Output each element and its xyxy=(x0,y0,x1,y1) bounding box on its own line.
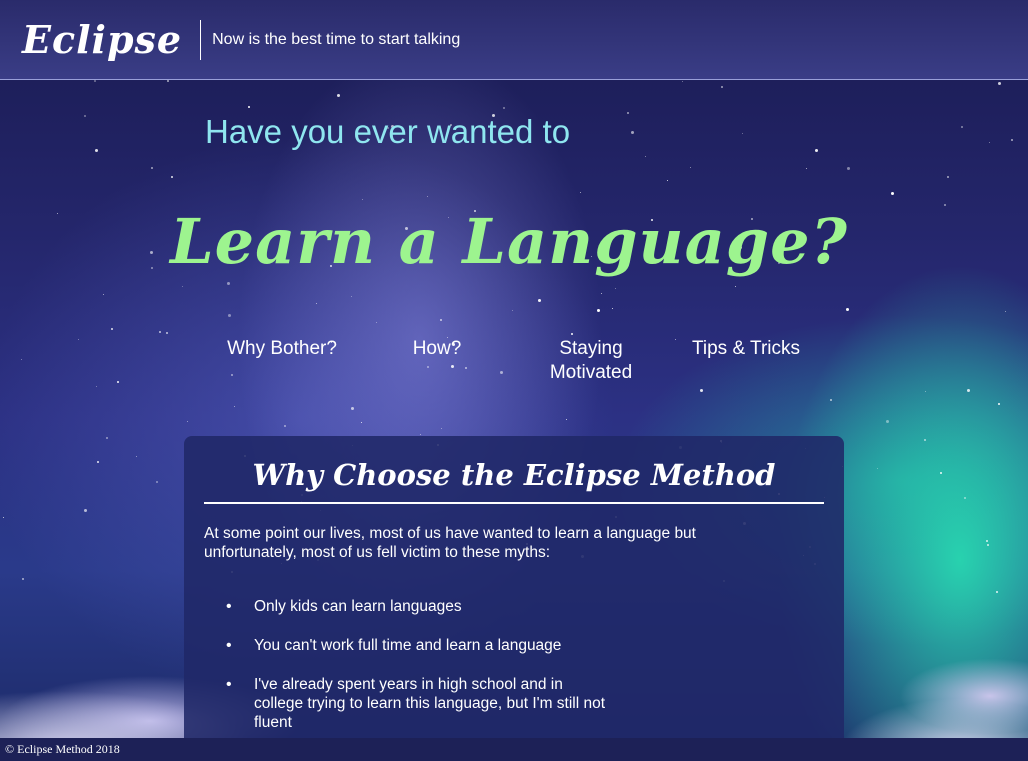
star xyxy=(830,399,832,401)
star xyxy=(94,80,96,82)
star xyxy=(986,540,988,542)
star xyxy=(631,131,634,134)
star xyxy=(961,126,963,128)
myths-list: Only kids can learn languages You can't … xyxy=(204,597,824,732)
star xyxy=(106,437,108,439)
star xyxy=(940,472,942,474)
star xyxy=(103,294,104,295)
star xyxy=(187,421,188,422)
star xyxy=(351,296,352,297)
nav-tips-tricks[interactable]: Tips & Tricks xyxy=(681,337,811,361)
star xyxy=(1011,139,1013,141)
star xyxy=(84,115,86,117)
star xyxy=(351,407,354,410)
list-item: I've already spent years in high school … xyxy=(204,675,614,732)
star xyxy=(886,420,889,423)
list-item: Only kids can learn languages xyxy=(204,597,614,616)
star xyxy=(503,107,505,109)
card-title: Why Choose the Eclipse Method xyxy=(204,458,824,504)
star xyxy=(156,481,158,483)
star xyxy=(166,332,168,334)
star xyxy=(721,86,723,88)
star xyxy=(538,299,541,302)
star xyxy=(612,308,613,309)
star xyxy=(998,403,1000,405)
star xyxy=(996,591,998,593)
star xyxy=(615,288,616,289)
star xyxy=(95,149,98,152)
star xyxy=(815,149,818,152)
footer-copyright: © Eclipse Method 2018 xyxy=(5,742,120,756)
star xyxy=(97,461,99,463)
star xyxy=(420,434,421,435)
star xyxy=(682,81,683,82)
header-divider xyxy=(200,19,202,60)
star xyxy=(440,319,442,321)
star xyxy=(924,439,926,441)
star xyxy=(571,333,573,335)
star xyxy=(998,82,1001,85)
star xyxy=(228,314,231,317)
star xyxy=(877,468,878,469)
star xyxy=(171,176,173,178)
star xyxy=(316,303,317,304)
hero-title: Learn a Language? xyxy=(170,205,848,278)
star xyxy=(167,80,169,82)
hero-subtitle: Have you ever wanted to xyxy=(205,113,571,150)
star xyxy=(151,167,153,169)
star xyxy=(627,112,629,114)
star xyxy=(3,517,4,518)
star xyxy=(847,167,850,170)
star xyxy=(512,310,513,311)
site-tagline: Now is the best time to start talking xyxy=(212,30,461,48)
star xyxy=(580,192,581,193)
site-logo[interactable]: Eclipse xyxy=(22,17,182,62)
star xyxy=(846,308,849,311)
nav-staying-motivated[interactable]: Staying Motivated xyxy=(526,337,656,385)
site-header: Eclipse Now is the best time to start ta… xyxy=(0,0,1028,80)
star xyxy=(989,142,990,143)
nav-how[interactable]: How? xyxy=(372,337,502,361)
star xyxy=(376,322,377,323)
nav-why-bother[interactable]: Why Bother? xyxy=(217,337,347,361)
star xyxy=(362,199,363,200)
section-nav: Why Bother? How? Staying Motivated Tips … xyxy=(0,337,1028,397)
star xyxy=(964,497,966,499)
star xyxy=(597,309,600,312)
star xyxy=(987,544,989,546)
star xyxy=(248,106,250,108)
star xyxy=(806,168,807,169)
star xyxy=(667,180,668,181)
star xyxy=(566,419,567,420)
list-item: You can't work full time and learn a lan… xyxy=(204,636,614,655)
star xyxy=(742,133,743,134)
star xyxy=(427,196,428,197)
star xyxy=(601,293,602,294)
star xyxy=(84,509,87,512)
star xyxy=(1005,311,1006,312)
star xyxy=(159,331,161,333)
star xyxy=(136,456,137,457)
star xyxy=(234,406,235,407)
star xyxy=(735,286,736,287)
card-intro: At some point our lives, most of us have… xyxy=(204,525,696,561)
star xyxy=(361,422,362,423)
star xyxy=(111,328,113,330)
star xyxy=(182,286,183,287)
star xyxy=(645,156,646,157)
star xyxy=(891,192,894,195)
star xyxy=(947,176,949,178)
star xyxy=(690,167,691,168)
star xyxy=(284,425,286,427)
star xyxy=(441,428,442,429)
star xyxy=(22,578,24,580)
content-card: Why Choose the Eclipse Method At some po… xyxy=(184,436,844,738)
star xyxy=(227,282,230,285)
star xyxy=(337,94,340,97)
site-footer: © Eclipse Method 2018 xyxy=(0,738,1028,761)
